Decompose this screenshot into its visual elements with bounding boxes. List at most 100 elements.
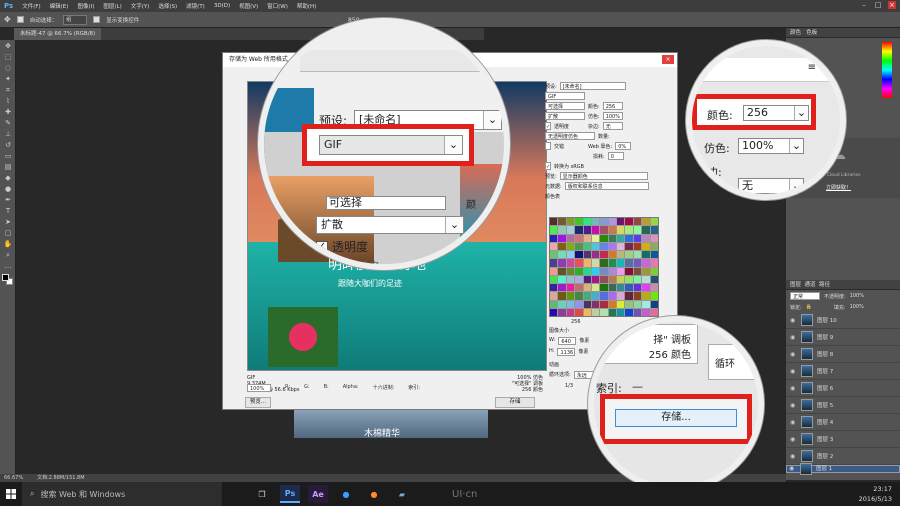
auto-select-checkbox[interactable]: [16, 16, 24, 23]
zoom-colors-field[interactable]: 256 ⌄: [743, 105, 809, 121]
stamp-icon[interactable]: ⊥: [3, 130, 13, 139]
color-swatch[interactable]: [617, 292, 625, 300]
zoom-level[interactable]: 66.67%: [4, 474, 23, 482]
color-swatch[interactable]: [608, 300, 617, 308]
color-swatch[interactable]: [625, 292, 633, 300]
menu-window[interactable]: 窗口(W): [267, 2, 288, 10]
color-swatch[interactable]: [566, 308, 575, 316]
windows-start-icon[interactable]: [0, 482, 22, 506]
color-swatch[interactable]: [642, 234, 650, 242]
color-swatch[interactable]: [617, 218, 625, 226]
matte-select[interactable]: 无: [602, 122, 623, 130]
color-swatch[interactable]: [650, 267, 658, 275]
menu-type[interactable]: 文字(Y): [131, 2, 150, 10]
color-swatch[interactable]: [617, 251, 625, 259]
document-tab[interactable]: 未标题-47 @ 66.7% (RGB/8): [14, 28, 102, 40]
color-swatch[interactable]: [583, 251, 591, 259]
color-swatch[interactable]: [566, 275, 575, 283]
color-swatch[interactable]: [550, 275, 558, 283]
type-icon[interactable]: T: [3, 207, 13, 216]
lock-icon[interactable]: 🔒: [806, 304, 812, 310]
color-swatch[interactable]: [550, 226, 558, 234]
show-transform-checkbox[interactable]: [93, 16, 101, 23]
magic-wand-icon[interactable]: ✦: [3, 75, 13, 84]
color-swatch[interactable]: [617, 259, 625, 267]
color-swatch[interactable]: [575, 308, 583, 316]
web-snap-field[interactable]: 0%: [615, 142, 632, 150]
shape-icon[interactable]: ▢: [3, 229, 13, 238]
eye-icon[interactable]: ◉: [790, 419, 797, 426]
color-swatch[interactable]: [575, 218, 583, 226]
color-swatch[interactable]: [617, 234, 625, 242]
color-swatch[interactable]: [558, 300, 566, 308]
color-swatch[interactable]: [591, 259, 600, 267]
color-swatch[interactable]: [558, 226, 566, 234]
color-swatch[interactable]: [600, 284, 608, 292]
convert-srgb-checkbox[interactable]: ✓: [545, 162, 551, 170]
color-swatch[interactable]: [633, 251, 642, 259]
color-swatch[interactable]: [566, 292, 575, 300]
color-swatch[interactable]: [633, 275, 642, 283]
color-swatch[interactable]: [633, 259, 642, 267]
color-swatch[interactable]: [558, 308, 566, 316]
color-swatch[interactable]: [583, 267, 591, 275]
path-select-icon[interactable]: ➤: [3, 218, 13, 227]
color-swatch[interactable]: [600, 275, 608, 283]
dither-field[interactable]: 100%: [602, 112, 623, 120]
color-swatch[interactable]: [558, 251, 566, 259]
after-effects-taskbar-icon[interactable]: Ae: [308, 485, 328, 503]
color-swatch[interactable]: [558, 284, 566, 292]
color-swatch[interactable]: [642, 259, 650, 267]
blur-icon[interactable]: ◆: [3, 174, 13, 183]
color-swatch[interactable]: [625, 259, 633, 267]
zoom-matte-field[interactable]: 无 ⌄: [738, 178, 804, 194]
color-swatches[interactable]: [0, 273, 15, 289]
color-swatch[interactable]: [625, 234, 633, 242]
maximize-icon[interactable]: □: [874, 1, 882, 9]
color-swatch[interactable]: [550, 218, 558, 226]
menu-file[interactable]: 文件(F): [22, 2, 40, 10]
color-swatch[interactable]: [583, 242, 591, 250]
fill-value[interactable]: 100%: [850, 304, 864, 310]
color-swatch[interactable]: [550, 267, 558, 275]
layer-row[interactable]: ◉ 图层 6: [786, 380, 900, 397]
color-swatch[interactable]: [550, 259, 558, 267]
eye-icon[interactable]: ◉: [790, 317, 797, 324]
menu-help[interactable]: 帮助(H): [297, 2, 316, 10]
menu-image[interactable]: 图像(I): [77, 2, 94, 10]
color-swatch[interactable]: [625, 242, 633, 250]
color-swatch[interactable]: [633, 292, 642, 300]
color-swatch[interactable]: [591, 218, 600, 226]
color-swatch[interactable]: [617, 284, 625, 292]
photoshop-taskbar-icon[interactable]: Ps: [280, 485, 300, 503]
color-swatch[interactable]: [591, 292, 600, 300]
color-swatch[interactable]: [642, 308, 650, 316]
color-table[interactable]: [549, 217, 659, 317]
dialog-close-icon[interactable]: ×: [662, 55, 674, 64]
eye-icon[interactable]: ◉: [790, 436, 797, 443]
dither-algo-select[interactable]: 扩散: [545, 112, 585, 120]
color-swatch[interactable]: [608, 275, 617, 283]
layer-row[interactable]: ◉ 图层 10: [786, 312, 900, 329]
eraser-icon[interactable]: ▭: [3, 152, 13, 161]
color-swatch[interactable]: [633, 242, 642, 250]
color-swatch[interactable]: [650, 242, 658, 250]
color-swatch[interactable]: [617, 267, 625, 275]
color-swatch[interactable]: [550, 308, 558, 316]
preset-select[interactable]: [未命名]: [559, 82, 626, 90]
color-swatch[interactable]: [625, 308, 633, 316]
color-swatch[interactable]: [566, 259, 575, 267]
taskbar-search[interactable]: ⌕ 搜索 Web 和 Windows: [22, 482, 222, 506]
color-swatch[interactable]: [617, 275, 625, 283]
opacity-value[interactable]: 100%: [850, 293, 864, 299]
browser-taskbar-icon[interactable]: ●: [336, 485, 356, 503]
color-swatch[interactable]: [575, 267, 583, 275]
dialog-zoom-select[interactable]: 100%: [247, 384, 271, 392]
color-swatch[interactable]: [633, 226, 642, 234]
menu-layer[interactable]: 图层(L): [103, 2, 121, 10]
color-swatch[interactable]: [642, 267, 650, 275]
color-swatch[interactable]: [617, 242, 625, 250]
color-swatch[interactable]: [625, 218, 633, 226]
color-swatch[interactable]: [558, 267, 566, 275]
color-swatch[interactable]: [550, 284, 558, 292]
